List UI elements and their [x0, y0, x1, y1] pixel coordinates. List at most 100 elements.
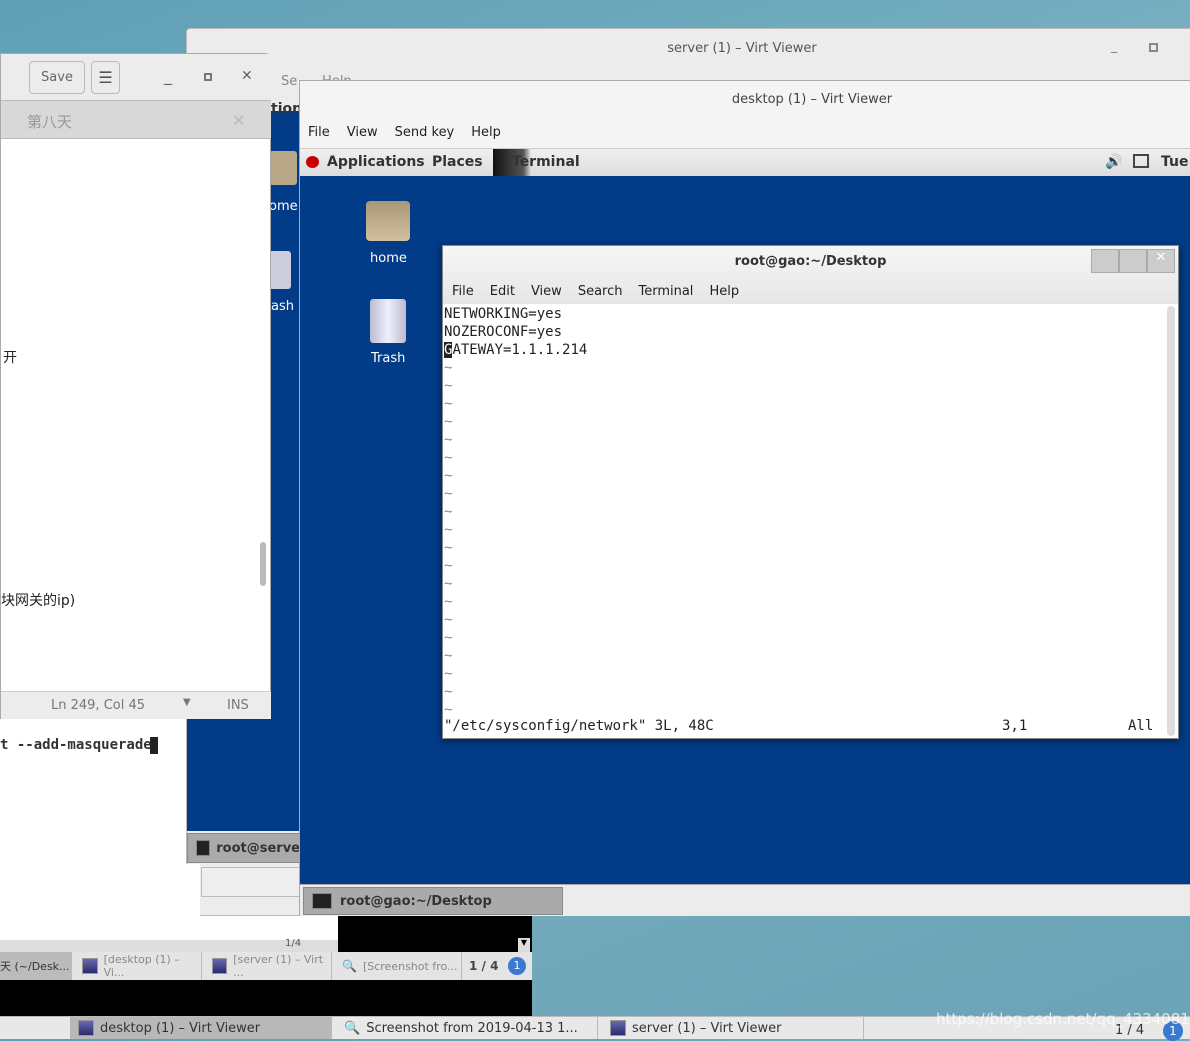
gedit-text-line: 开: [3, 350, 17, 366]
menu-search[interactable]: Search: [578, 284, 623, 299]
watermark: https://blog.csdn.net/qq_43340814: [936, 1010, 1190, 1028]
minimize-button[interactable]: _: [1111, 39, 1117, 53]
empty-line-tilde: ~: [444, 504, 453, 520]
desktop-icon-home-label: home: [370, 251, 407, 266]
empty-line-tilde: ~: [444, 648, 453, 664]
buffer-line: NOZEROCONF=yes: [444, 324, 563, 340]
cursor-position[interactable]: Ln 249, Col 45: [51, 698, 145, 713]
menu-help[interactable]: Help: [709, 284, 739, 299]
host-pager-strip: 1/4: [0, 938, 338, 952]
gedit-headerbar: Save ☰ _ ✕: [1, 54, 271, 101]
maximize-button[interactable]: [1149, 43, 1158, 52]
terminal-max-button[interactable]: [1119, 249, 1147, 273]
empty-line-tilde: ~: [444, 414, 453, 430]
empty-line-tilde: ~: [444, 360, 453, 376]
hamburger-menu-button[interactable]: ☰: [91, 61, 120, 94]
terminal-menubar: File Edit View Search Terminal Help: [452, 284, 739, 299]
tab-close-icon[interactable]: ✕: [232, 111, 245, 130]
applications-menu[interactable]: Applications: [327, 154, 425, 170]
home-folder-icon[interactable]: [269, 151, 297, 185]
places-menu[interactable]: Places: [432, 154, 483, 170]
server-icon-trash-label: ash: [271, 299, 294, 314]
pager: 1/4: [285, 938, 302, 949]
scroll-arrow[interactable]: ▼: [518, 938, 530, 952]
screenshot-icon: 🔍: [344, 1020, 361, 1036]
save-button[interactable]: Save: [29, 61, 85, 94]
empty-line-tilde: ~: [444, 432, 453, 448]
dropdown-icon[interactable]: ▼: [183, 697, 191, 708]
menu-send-key[interactable]: Send key: [395, 125, 455, 140]
taskbar-item[interactable]: [server (1) – Virt ...: [204, 952, 332, 980]
terminal-scrollbar[interactable]: [1167, 306, 1175, 736]
document-tab[interactable]: 第八天: [27, 111, 72, 132]
maximize-button[interactable]: [204, 73, 212, 81]
server-icon-home-label: ome: [269, 199, 298, 214]
empty-line-tilde: ~: [444, 558, 453, 574]
taskbar-item[interactable]: 🔍 [Screenshot fro...: [334, 952, 462, 980]
host-terminal-extension: [186, 916, 338, 941]
menu-file[interactable]: File: [452, 284, 474, 299]
empty-line-tilde: ~: [444, 378, 453, 394]
gnome-topbar: Applications Places Terminal 🔊 Tue: [300, 148, 1190, 177]
minimize-button[interactable]: _: [164, 66, 172, 85]
vim-statusline: "/etc/sysconfig/network" 3L, 48C 3,1 All: [444, 718, 1158, 734]
empty-line-tilde: ~: [444, 612, 453, 628]
taskbar-item[interactable]: 🔍 Screenshot from 2019-04-13 1...: [336, 1017, 598, 1039]
menu-help[interactable]: Help: [471, 125, 501, 140]
status-file: "/etc/sysconfig/network" 3L, 48C: [444, 718, 714, 734]
taskbar-item[interactable]: [desktop (1) – Vi...: [74, 952, 202, 980]
terminal-window: root@gao:~/Desktop ✕ File Edit View Sear…: [442, 245, 1179, 739]
taskbar-item[interactable]: 天 (~/Desk...: [0, 952, 72, 980]
menu-edit[interactable]: Edit: [490, 284, 515, 299]
screenshot-icon: 🔍: [342, 959, 357, 973]
home-folder-icon[interactable]: [366, 201, 410, 241]
terminal-title: root@gao:~/Desktop: [734, 254, 887, 269]
network-icon[interactable]: [1133, 154, 1149, 168]
desktop-icon-trash-label: Trash: [371, 351, 406, 366]
terminal-icon: [196, 840, 211, 856]
gedit-scrollbar[interactable]: [260, 542, 266, 586]
gedit-window: Save ☰ _ ✕ 第八天 ✕ 开 块网关的ip) Ln 249, Col 4…: [0, 53, 271, 719]
terminal-app-label[interactable]: Terminal: [512, 154, 580, 170]
terminal-titlebar: root@gao:~/Desktop ✕ File Edit View Sear…: [443, 246, 1178, 304]
empty-line-tilde: ~: [444, 666, 453, 682]
desktop-window-title: desktop (1) – Virt Viewer: [731, 92, 893, 107]
trash-icon[interactable]: [370, 299, 406, 343]
status-position: 3,1: [1002, 718, 1028, 734]
empty-line-tilde: ~: [444, 468, 453, 484]
server-taskbar-item[interactable]: root@serve: [187, 833, 301, 863]
terminal-close-button[interactable]: ✕: [1147, 249, 1175, 273]
redhat-icon: [306, 156, 319, 168]
empty-line-tilde: ~: [444, 396, 453, 412]
close-button[interactable]: ✕: [241, 68, 253, 84]
trash-icon[interactable]: [269, 251, 291, 289]
virt-viewer-icon: [82, 958, 98, 974]
cursor: [150, 737, 158, 754]
host-terminal-line: t --add-masquerade: [0, 737, 152, 753]
workspace-pager[interactable]: 1 / 4: [469, 959, 498, 973]
vim-buffer[interactable]: NETWORKING=yes NOZEROCONF=yes GATEWAY=1.…: [444, 305, 587, 719]
menu-view[interactable]: View: [531, 284, 562, 299]
taskbar-item[interactable]: desktop (1) – Virt Viewer: [70, 1017, 332, 1039]
menu-view[interactable]: View: [347, 125, 378, 140]
menu-terminal[interactable]: Terminal: [638, 284, 693, 299]
empty-line-tilde: ~: [444, 702, 453, 718]
host-terminal-extension: [186, 864, 200, 916]
menu-file[interactable]: File: [308, 125, 330, 140]
host-terminal: t --add-masquerade: [0, 719, 186, 941]
server-window-title: server (1) – Virt Viewer: [667, 41, 817, 56]
terminal-icon: [312, 893, 332, 909]
empty-line-tilde: ~: [444, 486, 453, 502]
notification-badge[interactable]: 1: [508, 957, 526, 975]
inner-taskbar: 天 (~/Desk... [desktop (1) – Vi... [serve…: [0, 952, 532, 980]
terminal-min-button[interactable]: [1091, 249, 1119, 273]
virt-viewer-icon: [610, 1020, 626, 1036]
desktop-taskbar: root@gao:~/Desktop: [300, 884, 1190, 916]
taskbar-item-terminal[interactable]: root@gao:~/Desktop: [303, 887, 563, 915]
buffer-line: GATEWAY=1.1.1.214: [444, 342, 588, 358]
empty-line-tilde: ~: [444, 540, 453, 556]
gedit-tabbar: 第八天 ✕: [1, 101, 271, 139]
volume-icon[interactable]: 🔊: [1105, 154, 1122, 170]
taskbar-item[interactable]: server (1) – Virt Viewer: [602, 1017, 864, 1039]
clock[interactable]: Tue: [1161, 154, 1188, 170]
